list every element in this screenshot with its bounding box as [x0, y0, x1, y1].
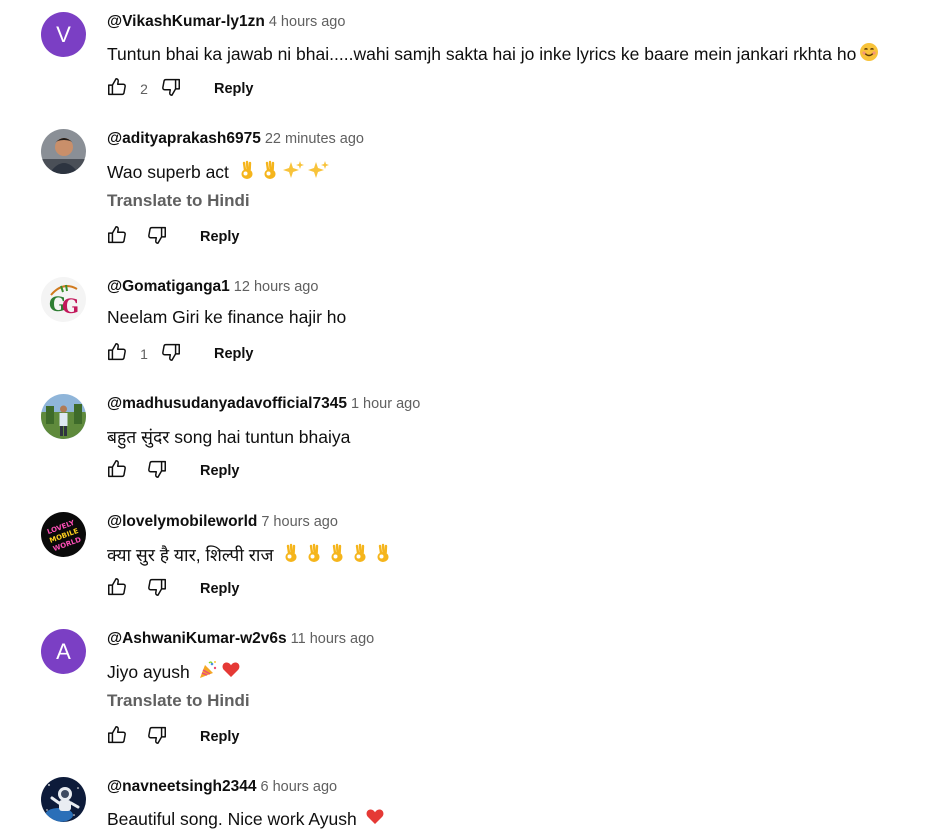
thumbs-down-icon: [146, 576, 168, 603]
sparkles-icon: [282, 160, 305, 185]
like-button[interactable]: [104, 76, 130, 102]
comment-author[interactable]: @VikashKumar-ly1zn: [107, 13, 265, 30]
thumbs-up-icon: [106, 341, 128, 368]
dislike-button[interactable]: [158, 76, 184, 102]
dislike-button[interactable]: [144, 724, 170, 750]
reply-button[interactable]: Reply: [200, 463, 240, 479]
thumbs-up-icon: [106, 458, 128, 485]
dislike-button[interactable]: [144, 576, 170, 602]
comment-time[interactable]: 11 hours ago: [291, 631, 375, 647]
red-heart-icon: [221, 660, 241, 685]
avatar[interactable]: V: [41, 12, 86, 57]
thumbs-down-icon: [146, 458, 168, 485]
comment-actions: Reply: [104, 576, 240, 602]
avatar-photo-outdoor: [41, 394, 86, 439]
reply-button[interactable]: Reply: [200, 229, 240, 245]
comment-author[interactable]: @AshwaniKumar-w2v6s: [107, 630, 287, 647]
avatar[interactable]: [41, 777, 86, 822]
dislike-button[interactable]: [158, 341, 184, 367]
comment-text: Tuntun bhai ka jawab ni bhai.....wahi sa…: [107, 42, 879, 67]
comment-time[interactable]: 22 minutes ago: [265, 131, 364, 147]
ok-hand-icon: [260, 160, 280, 185]
thumbs-down-icon: [160, 76, 182, 103]
ok-hand-icon: [237, 160, 257, 185]
comment-time[interactable]: 7 hours ago: [261, 514, 338, 530]
like-button[interactable]: [104, 341, 130, 367]
comment-text-body: Jiyo ayush: [107, 662, 190, 682]
avatar[interactable]: [41, 394, 86, 439]
like-count: 1: [140, 346, 148, 362]
dislike-button[interactable]: [144, 224, 170, 250]
avatar[interactable]: [41, 129, 86, 174]
avatar[interactable]: GG: [41, 277, 86, 322]
comment-text-body: क्या सुर है यार, शिल्पी राज: [107, 545, 274, 565]
comment-text: Neelam Giri ke finance hajir ho: [107, 307, 346, 328]
ok-hand-icon: [304, 543, 324, 568]
comment-time[interactable]: 6 hours ago: [261, 779, 338, 795]
comment-author[interactable]: @Gomatiganga1: [107, 278, 230, 295]
svg-text:G: G: [62, 294, 79, 318]
translate-button[interactable]: Translate to Hindi: [107, 691, 250, 711]
reply-button[interactable]: Reply: [214, 81, 254, 97]
avatar[interactable]: A: [41, 629, 86, 674]
thumbs-down-icon: [146, 724, 168, 751]
thumbs-up-icon: [106, 724, 128, 751]
avatar-letter: A: [56, 638, 71, 664]
like-button[interactable]: [104, 724, 130, 750]
ok-hand-icon: [373, 543, 393, 568]
comment-text-body: बहुत सुंदर song hai tuntun bhaiya: [107, 427, 351, 447]
comment-actions: 2 Reply: [104, 76, 254, 102]
avatar-letter: V: [56, 21, 71, 47]
avatar-logo-gg: GG: [41, 277, 86, 322]
comment-text: क्या सुर है यार, शिल्पी राज: [107, 543, 393, 568]
party-popper-icon: [198, 660, 218, 685]
thumbs-down-icon: [160, 341, 182, 368]
comment-time[interactable]: 1 hour ago: [351, 396, 420, 412]
sparkles-icon: [307, 160, 330, 185]
ok-hand-icon: [327, 543, 347, 568]
thumbs-down-icon: [146, 224, 168, 251]
comment-text: Jiyo ayush: [107, 660, 241, 685]
thumbs-up-icon: [106, 576, 128, 603]
like-count: 2: [140, 81, 148, 97]
translate-button[interactable]: Translate to Hindi: [107, 191, 250, 211]
comment-text: Beautiful song. Nice work Ayush: [107, 807, 385, 832]
like-button[interactable]: [104, 576, 130, 602]
comment-text-body: Beautiful song. Nice work Ayush: [107, 809, 357, 829]
comment-actions: Reply: [104, 724, 240, 750]
avatar-astronaut: [41, 777, 86, 822]
comment-author[interactable]: @navneetsingh2344: [107, 778, 257, 795]
reply-button[interactable]: Reply: [200, 729, 240, 745]
red-heart-icon: [365, 807, 385, 832]
comment-text: बहुत सुंदर song hai tuntun bhaiya: [107, 425, 350, 449]
avatar[interactable]: LOVELY MOBILE WORLD: [41, 512, 86, 557]
comment-author[interactable]: @madhusudanyadavofficial7345: [107, 395, 347, 412]
smiling-face-icon: [859, 42, 879, 67]
comment-text-body: Wao superb act: [107, 162, 229, 182]
thumbs-up-icon: [106, 224, 128, 251]
avatar-logo-lovely: LOVELYMOBILEWORLD: [41, 512, 86, 557]
like-button[interactable]: [104, 458, 130, 484]
comment-author[interactable]: @adityaprakash6975: [107, 130, 261, 147]
like-button[interactable]: [104, 224, 130, 250]
comment-actions: Reply: [104, 458, 240, 484]
comment-author[interactable]: @lovelymobileworld: [107, 513, 257, 530]
comment-actions: 1 Reply: [104, 341, 254, 367]
comment-text: Wao superb act: [107, 160, 330, 185]
comment-actions: Reply: [104, 224, 240, 250]
reply-button[interactable]: Reply: [214, 346, 254, 362]
ok-hand-icon: [281, 543, 301, 568]
comment-time[interactable]: 12 hours ago: [234, 279, 319, 295]
ok-hand-icon: [350, 543, 370, 568]
thumbs-up-icon: [106, 76, 128, 103]
comment-time[interactable]: 4 hours ago: [269, 14, 346, 30]
comment-text-body: Tuntun bhai ka jawab ni bhai.....wahi sa…: [107, 44, 857, 64]
dislike-button[interactable]: [144, 458, 170, 484]
avatar-photo-man: [41, 129, 86, 174]
comment-text-body: Neelam Giri ke finance hajir ho: [107, 307, 347, 327]
reply-button[interactable]: Reply: [200, 581, 240, 597]
